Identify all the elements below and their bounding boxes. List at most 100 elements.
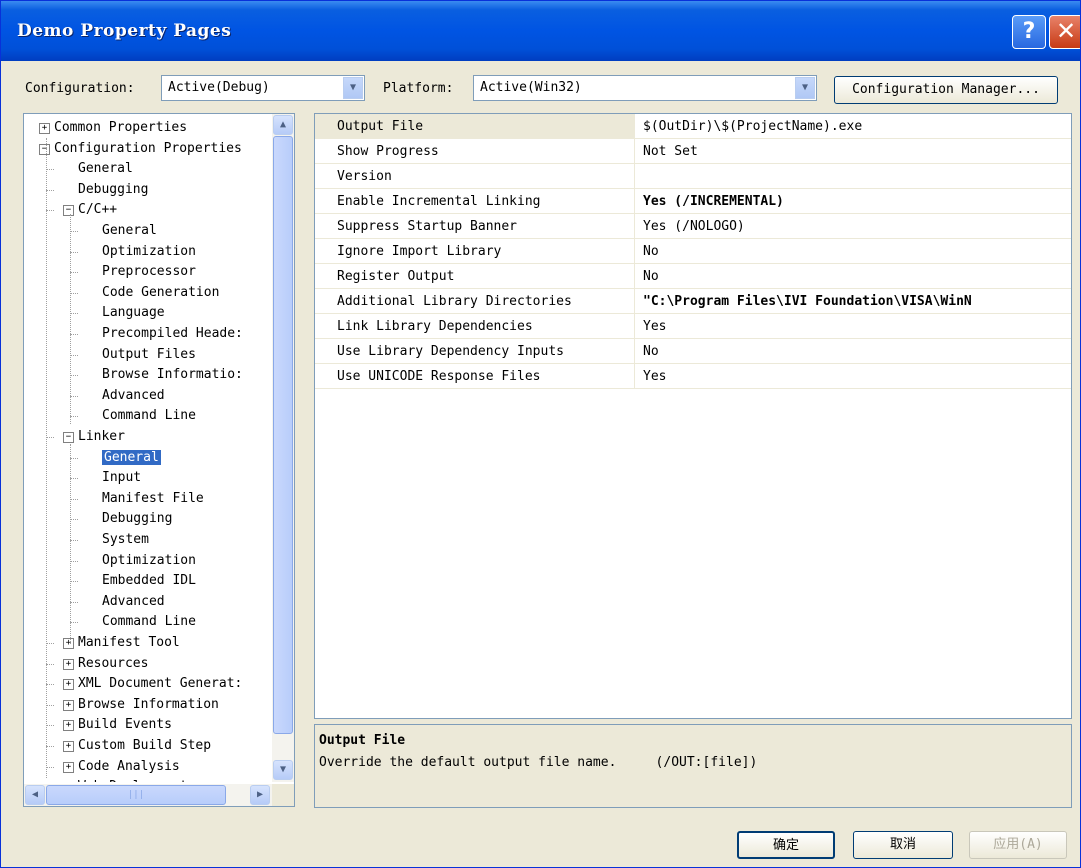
tree-item[interactable]: Build Events bbox=[78, 715, 172, 735]
expand-icon[interactable]: + bbox=[39, 123, 50, 134]
tree-item[interactable]: Output Files bbox=[102, 345, 196, 365]
configuration-dropdown[interactable]: Active(Debug) ▼ bbox=[161, 75, 365, 101]
tree-connector bbox=[46, 169, 54, 170]
property-value[interactable]: No bbox=[635, 264, 1071, 289]
tree-item[interactable]: XML Document Generat: bbox=[78, 674, 242, 694]
property-value[interactable]: No bbox=[635, 339, 1071, 364]
tree-item-label: Configuration Properties bbox=[54, 141, 242, 156]
tree-item[interactable]: Optimization bbox=[102, 551, 196, 571]
property-tree: + Common Properties − Configuration Propert… bbox=[24, 114, 272, 782]
property-value[interactable]: $(OutDir)\$(ProjectName).exe bbox=[635, 114, 1071, 139]
tree-item[interactable]: Resources bbox=[78, 654, 148, 674]
expand-icon[interactable]: + bbox=[63, 762, 74, 773]
tree-item[interactable]: Advanced bbox=[102, 592, 165, 612]
tree-connector bbox=[46, 684, 54, 685]
property-value[interactable]: "C:\Program Files\IVI Foundation\VISA\Wi… bbox=[635, 289, 1071, 314]
chevron-down-icon[interactable]: ▼ bbox=[795, 77, 815, 99]
tree-item[interactable]: Web Deployment bbox=[78, 777, 188, 782]
expand-icon[interactable]: + bbox=[63, 638, 74, 649]
tree-horizontal-scrollbar[interactable]: ◀ ||| ▶ bbox=[24, 784, 272, 806]
tree-item[interactable]: Embedded IDL bbox=[102, 571, 196, 591]
tree-item[interactable]: General bbox=[102, 221, 157, 241]
chevron-down-icon[interactable]: ▼ bbox=[343, 77, 363, 99]
tree-vertical-scrollbar[interactable]: ▲ ▼ bbox=[272, 114, 294, 782]
property-row[interactable]: Suppress Startup Banner Yes (/NOLOGO) bbox=[315, 214, 1071, 239]
tree-item[interactable]: Linker bbox=[78, 427, 125, 447]
tree-item-label: Browse Informatio: bbox=[102, 367, 243, 382]
tree-item[interactable]: Preprocessor bbox=[102, 262, 196, 282]
tree-connector bbox=[70, 458, 78, 459]
configuration-manager-button[interactable]: Configuration Manager... bbox=[834, 76, 1058, 104]
property-value[interactable]: Yes (/INCREMENTAL) bbox=[635, 189, 1071, 214]
property-row[interactable]: Ignore Import Library No bbox=[315, 239, 1071, 264]
apply-button[interactable]: 应用(A) bbox=[969, 831, 1067, 859]
tree-hscroll-thumb[interactable]: ||| bbox=[46, 785, 226, 805]
tree-item-label: Common Properties bbox=[54, 120, 188, 135]
property-row[interactable]: Use Library Dependency Inputs No bbox=[315, 339, 1071, 364]
property-value[interactable]: Yes bbox=[635, 364, 1071, 389]
platform-value: Active(Win32) bbox=[480, 80, 582, 95]
tree-item[interactable]: C/C++ bbox=[78, 200, 117, 220]
tree-item[interactable]: Command Line bbox=[102, 612, 196, 632]
tree-item[interactable]: System bbox=[102, 530, 149, 550]
property-row[interactable]: Use UNICODE Response Files Yes bbox=[315, 364, 1071, 389]
tree-item[interactable]: Advanced bbox=[102, 386, 165, 406]
tree-item[interactable]: Input bbox=[102, 468, 141, 488]
tree-item[interactable]: Language bbox=[102, 303, 165, 323]
tree-item-label: Input bbox=[102, 470, 142, 485]
tree-connector bbox=[46, 210, 54, 211]
help-button[interactable]: ? bbox=[1012, 15, 1046, 49]
property-value[interactable]: Not Set bbox=[635, 139, 1071, 164]
ok-button[interactable]: 确定 bbox=[737, 831, 835, 859]
property-row[interactable]: Enable Incremental Linking Yes (/INCREMEN… bbox=[315, 189, 1071, 214]
property-row[interactable]: Register Output No bbox=[315, 264, 1071, 289]
property-row[interactable]: Output File $(OutDir)\$(ProjectName).exe bbox=[315, 114, 1071, 139]
tree-item[interactable]: Browse Informatio: bbox=[102, 365, 243, 385]
expand-icon[interactable]: + bbox=[63, 700, 74, 711]
property-row[interactable]: Show Progress Not Set bbox=[315, 139, 1071, 164]
tree-item[interactable]: Debugging bbox=[102, 509, 172, 529]
expand-icon[interactable]: + bbox=[63, 659, 74, 670]
title-bar[interactable]: Demo Property Pages ? ✕ bbox=[1, 1, 1080, 61]
tree-connector bbox=[46, 138, 47, 778]
tree-item[interactable]: Code Generation bbox=[102, 283, 219, 303]
tree-item[interactable]: General bbox=[78, 159, 133, 179]
property-value[interactable]: Yes (/NOLOGO) bbox=[635, 214, 1071, 239]
tree-item[interactable]: Common Properties bbox=[54, 118, 187, 138]
tree-item[interactable]: Code Analysis bbox=[78, 757, 180, 777]
tree-item[interactable]: Custom Build Step bbox=[78, 736, 211, 756]
expand-icon[interactable]: + bbox=[63, 741, 74, 752]
tree-item[interactable]: Browse Information bbox=[78, 695, 219, 715]
tree-item[interactable]: Optimization bbox=[102, 242, 196, 262]
tree-connector bbox=[70, 444, 71, 644]
tree-connector bbox=[70, 334, 78, 335]
property-row[interactable]: Version bbox=[315, 164, 1071, 189]
scroll-down-icon[interactable]: ▼ bbox=[273, 760, 293, 780]
cancel-button[interactable]: 取消 bbox=[853, 831, 953, 859]
property-value[interactable] bbox=[635, 164, 1071, 189]
property-value[interactable]: Yes bbox=[635, 314, 1071, 339]
scroll-up-icon[interactable]: ▲ bbox=[273, 115, 293, 135]
tree-item[interactable]: Precompiled Heade: bbox=[102, 324, 243, 344]
tree-scroll-thumb[interactable] bbox=[273, 136, 293, 734]
tree-connector bbox=[70, 416, 78, 417]
expand-icon[interactable]: + bbox=[63, 679, 74, 690]
property-row[interactable]: Additional Library Directories "C:\Progra… bbox=[315, 289, 1071, 314]
property-row[interactable]: Link Library Dependencies Yes bbox=[315, 314, 1071, 339]
tree-connector bbox=[46, 767, 54, 768]
tree-item[interactable]: Configuration Properties bbox=[54, 139, 242, 159]
scroll-right-icon[interactable]: ▶ bbox=[250, 785, 270, 805]
tree-item[interactable]: Manifest Tool bbox=[78, 633, 180, 653]
tree-item[interactable]: Manifest File bbox=[102, 489, 204, 509]
tree-item[interactable]: General bbox=[102, 448, 161, 468]
collapse-icon[interactable]: − bbox=[63, 432, 74, 443]
tree-item[interactable]: Debugging bbox=[78, 180, 148, 200]
property-value[interactable]: No bbox=[635, 239, 1071, 264]
expand-icon[interactable]: + bbox=[63, 720, 74, 731]
platform-dropdown[interactable]: Active(Win32) ▼ bbox=[473, 75, 817, 101]
scroll-left-icon[interactable]: ◀ bbox=[25, 785, 45, 805]
collapse-icon[interactable]: − bbox=[63, 205, 74, 216]
close-button[interactable]: ✕ bbox=[1049, 15, 1080, 49]
tree-item[interactable]: Command Line bbox=[102, 406, 196, 426]
collapse-icon[interactable]: − bbox=[39, 144, 50, 155]
